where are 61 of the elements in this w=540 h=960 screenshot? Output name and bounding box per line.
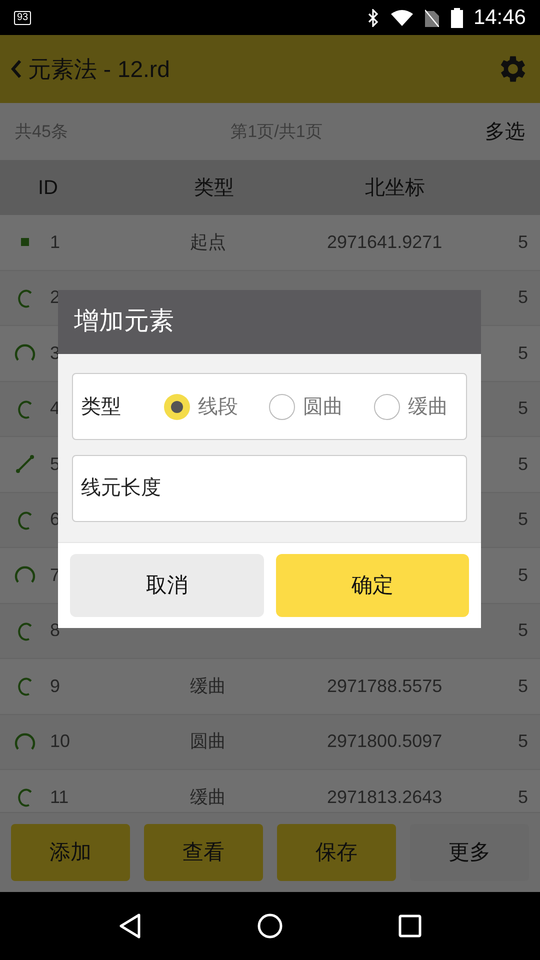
action-button[interactable]: 保存 xyxy=(277,824,396,881)
north-cell-text: 2971813.2643 xyxy=(327,786,444,809)
north-cell-text: 2971788.5575 xyxy=(327,674,444,698)
column-header: 类型 xyxy=(193,176,235,200)
spiral-icon xyxy=(17,787,33,808)
table-cell-text: 5 xyxy=(516,619,529,642)
id-cell-text: 11 xyxy=(50,786,69,809)
table-cell-text: 5 xyxy=(516,564,529,587)
type-cell-text: 起点 xyxy=(190,230,227,254)
spiral-icon xyxy=(17,398,33,419)
spiral-icon xyxy=(17,620,33,641)
table-cell-text: 5 xyxy=(516,730,529,754)
radio-option[interactable]: 缓曲 xyxy=(374,392,448,422)
confirm-button[interactable]: 确定 xyxy=(276,554,469,617)
spiral-icon xyxy=(17,288,33,308)
id-cell-text: 10 xyxy=(50,730,70,754)
type-cell-text: 圆曲 xyxy=(190,730,227,754)
clock: 14:46 xyxy=(473,4,526,31)
cancel-button[interactable]: 取消 xyxy=(70,554,264,617)
length-input-field[interactable]: 线元长度 xyxy=(72,455,467,522)
spiral-icon xyxy=(17,676,33,696)
home-nav-icon[interactable] xyxy=(256,913,283,939)
north-cell-text: 2971641.9271 xyxy=(327,230,444,254)
id-cell-text: 9 xyxy=(50,674,60,698)
arc-icon xyxy=(14,343,36,364)
table-cell-text: 5 xyxy=(516,342,529,365)
diagonal-line-icon xyxy=(15,454,35,474)
action-button[interactable]: 添加 xyxy=(11,824,130,881)
table-cell-text: 5 xyxy=(516,286,529,310)
back-nav-icon[interactable] xyxy=(118,913,142,939)
arc-icon xyxy=(14,732,36,752)
screen-title: 元素法 - 12.rd xyxy=(28,54,170,84)
radio-option[interactable]: 圆曲 xyxy=(269,392,343,422)
type-cell-text: 缓曲 xyxy=(190,674,227,698)
column-header: ID xyxy=(37,176,59,200)
id-cell-text: 4 xyxy=(50,397,60,420)
action-button[interactable]: 查看 xyxy=(144,824,263,881)
column-header: 北坐标 xyxy=(364,176,426,200)
table-cell-text: 5 xyxy=(516,508,529,532)
table-cell-text: 5 xyxy=(516,452,529,476)
arc-icon xyxy=(14,565,36,586)
table-cell-text: 5 xyxy=(516,674,529,698)
square-icon xyxy=(21,238,29,246)
bluetooth-icon xyxy=(367,8,380,26)
id-cell-text: 1 xyxy=(50,230,60,254)
table-cell-text: 5 xyxy=(516,397,529,420)
type-label: 类型 xyxy=(81,394,122,420)
battery-indicator: 93 xyxy=(14,10,32,24)
dialog-title: 增加元素 xyxy=(74,306,174,338)
no-sim-icon xyxy=(425,8,440,26)
type-cell-text: 缓曲 xyxy=(190,786,227,809)
back-icon[interactable] xyxy=(10,59,22,79)
north-cell-text: 2971800.5097 xyxy=(327,730,444,754)
recents-nav-icon[interactable] xyxy=(398,914,422,938)
spiral-icon xyxy=(17,510,33,530)
multi-select-button[interactable]: 多选 xyxy=(485,116,525,146)
wifi-icon xyxy=(391,10,414,26)
radio-option[interactable]: 线段 xyxy=(164,392,238,422)
table-cell-text: 5 xyxy=(516,786,529,809)
table-cell-text: 5 xyxy=(516,230,529,254)
battery-icon xyxy=(451,8,464,28)
